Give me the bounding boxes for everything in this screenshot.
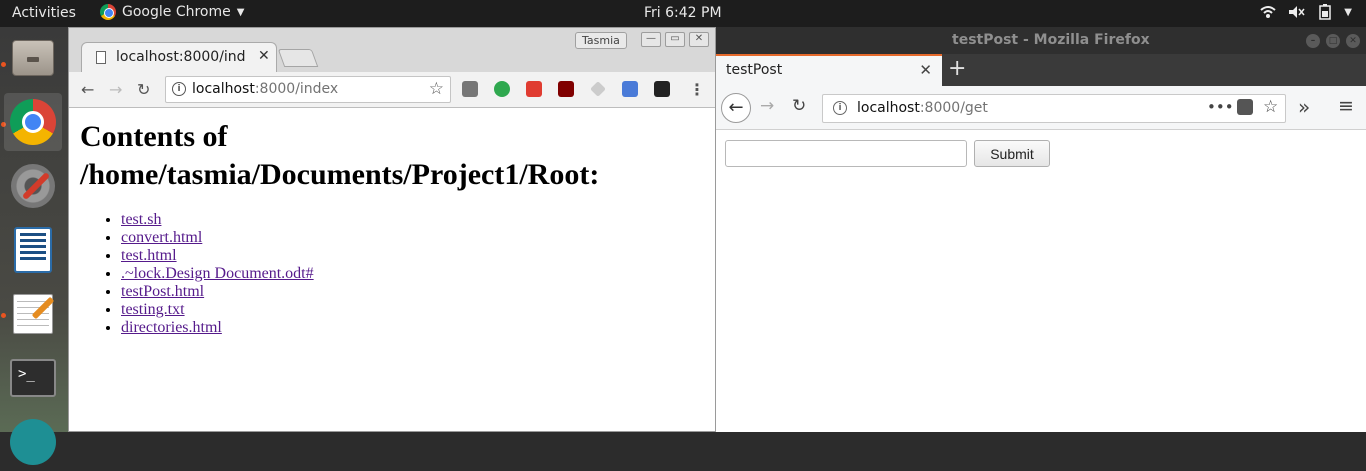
forward-arrow-icon[interactable]: → [109, 81, 122, 99]
top-panel: Activities Google Chrome ▼ Fri 6:42 PM ▼ [0, 0, 1366, 27]
minimize-button[interactable]: – [1306, 34, 1320, 48]
file-link[interactable]: testPost.html [121, 283, 204, 300]
file-link[interactable]: test.sh [121, 211, 161, 228]
firefox-page: Submit [716, 131, 1366, 432]
list-item: test.html [121, 247, 314, 265]
minimize-button[interactable]: — [641, 32, 661, 47]
page-actions-icon[interactable]: ••• [1207, 98, 1234, 116]
hamburger-menu-icon[interactable]: ≡ [1338, 95, 1354, 117]
close-tab-icon[interactable]: ✕ [919, 61, 932, 79]
post-text-input[interactable] [725, 140, 967, 167]
close-window-button[interactable]: ✕ [689, 32, 709, 47]
chrome-page: Contents of /home/tasmia/Documents/Proje… [69, 109, 715, 431]
maximize-button[interactable]: □ [1326, 34, 1340, 48]
chrome-icon [10, 99, 56, 145]
url-text: localhost:8000/get [857, 100, 988, 116]
dock-writer[interactable] [4, 221, 62, 279]
file-link[interactable]: test.html [121, 247, 177, 264]
chrome-toolbar: ← → ↻ i localhost:8000/index ☆ ⋮ [69, 72, 715, 108]
bookmark-star-icon[interactable]: ☆ [1263, 97, 1278, 117]
address-bar[interactable]: i localhost:8000/index ☆ [165, 76, 451, 103]
software-icon [10, 419, 56, 465]
page-heading: Contents of /home/tasmia/Documents/Proje… [80, 120, 600, 191]
dock-software[interactable] [4, 413, 62, 471]
writer-icon [14, 227, 52, 273]
bookmark-star-icon[interactable]: ☆ [429, 79, 444, 99]
ublock-extension-icon[interactable] [558, 81, 574, 97]
dock-terminal[interactable]: >_ [4, 349, 62, 407]
battery-icon [1319, 4, 1332, 20]
back-arrow-icon[interactable]: ← [721, 93, 751, 123]
file-link[interactable]: convert.html [121, 229, 202, 246]
close-window-button[interactable]: ✕ [1346, 34, 1360, 48]
firefox-titlebar[interactable]: testPost - Mozilla Firefox – □ ✕ [716, 27, 1366, 54]
new-tab-button[interactable] [277, 49, 319, 67]
badge-extension-icon[interactable] [654, 81, 670, 97]
info-icon[interactable]: i [833, 101, 847, 115]
pocket-icon[interactable] [1237, 99, 1253, 115]
profile-badge[interactable]: Tasmia [575, 32, 627, 49]
chrome-titlebar[interactable]: localhost:8000/index ✕ Tasmia — ▭ ✕ [69, 28, 715, 72]
volume-muted-icon [1289, 6, 1305, 18]
text-editor-icon [13, 294, 53, 334]
back-arrow-icon[interactable]: ← [81, 81, 94, 99]
menu-dots-icon[interactable]: ⋮ [689, 81, 705, 99]
firefox-window: testPost - Mozilla Firefox – □ ✕ testPos… [716, 27, 1366, 432]
pocket-extension-icon[interactable] [526, 81, 542, 97]
calendar-extension-icon[interactable] [622, 81, 638, 97]
url-text: localhost:8000/index [192, 81, 339, 97]
pen-extension-icon[interactable] [590, 81, 606, 97]
list-item: directories.html [121, 319, 314, 337]
page-icon [96, 51, 106, 64]
overflow-chevron-icon[interactable]: » [1298, 95, 1310, 119]
dock-settings[interactable] [4, 157, 62, 215]
dock-chrome[interactable] [4, 93, 62, 151]
maximize-button[interactable]: ▭ [665, 32, 685, 47]
dock-text-editor[interactable] [4, 285, 62, 343]
window-title: testPost - Mozilla Firefox [952, 32, 1150, 48]
list-item: testPost.html [121, 283, 314, 301]
reload-icon[interactable]: ↻ [137, 81, 150, 99]
files-icon [12, 40, 54, 76]
firefox-tab[interactable]: testPost ✕ [716, 54, 942, 86]
wifi-icon [1260, 6, 1276, 18]
firefox-navbar: ← → ↻ i localhost:8000/get ••• ☆ » ≡ [716, 86, 1366, 130]
chrome-tab[interactable]: localhost:8000/index ✕ [81, 42, 277, 72]
activities-button[interactable]: Activities [12, 5, 76, 21]
list-item: .~lock.Design Document.odt# [121, 265, 314, 283]
list-item: test.sh [121, 211, 314, 229]
firefox-tabbar: testPost ✕ + [716, 54, 1366, 86]
file-link[interactable]: directories.html [121, 319, 222, 336]
submit-button[interactable]: Submit [974, 140, 1050, 167]
system-menu-arrow-icon: ▼ [1344, 6, 1352, 18]
file-link[interactable]: .~lock.Design Document.odt# [121, 265, 314, 282]
forward-arrow-icon[interactable]: → [760, 96, 774, 116]
evernote-extension-icon[interactable] [494, 81, 510, 97]
tab-title: testPost [726, 62, 783, 78]
dock: >_ [0, 27, 68, 465]
file-link[interactable]: testing.txt [121, 301, 185, 318]
reload-icon[interactable]: ↻ [792, 96, 806, 116]
new-tab-plus-icon[interactable]: + [948, 56, 966, 81]
chrome-icon [100, 4, 116, 20]
list-item: convert.html [121, 229, 314, 247]
chrome-window: localhost:8000/index ✕ Tasmia — ▭ ✕ ← → … [68, 27, 716, 432]
close-tab-icon[interactable]: ✕ [258, 48, 270, 64]
app-menu-label: Google Chrome [122, 4, 231, 20]
address-bar[interactable]: i localhost:8000/get ••• ☆ [822, 94, 1286, 123]
settings-icon [11, 164, 55, 208]
terminal-icon: >_ [10, 359, 56, 397]
tab-title: localhost:8000/index [116, 49, 246, 65]
system-tray[interactable]: ▼ [1260, 4, 1352, 20]
dock-files[interactable] [4, 29, 62, 87]
app-menu[interactable]: Google Chrome ▼ [100, 4, 244, 20]
file-list: test.sh convert.html test.html .~lock.De… [101, 211, 314, 337]
info-icon[interactable]: i [172, 82, 186, 96]
list-item: testing.txt [121, 301, 314, 319]
clock[interactable]: Fri 6:42 PM [644, 5, 722, 21]
camera-extension-icon[interactable] [462, 81, 478, 97]
dropdown-arrow-icon: ▼ [236, 6, 245, 18]
